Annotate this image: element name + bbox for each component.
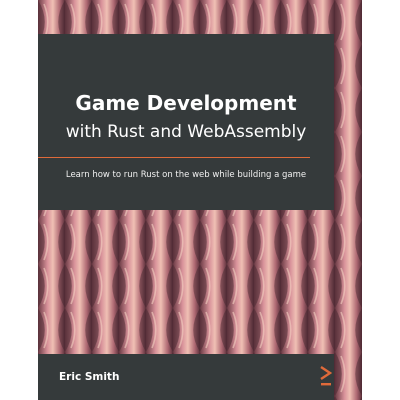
title-line-1: Game Development <box>75 91 297 115</box>
book-title: Game Development with Rust and WebAssemb… <box>38 90 334 144</box>
title-panel: Game Development with Rust and WebAssemb… <box>38 34 334 210</box>
publisher-chevron-logo-icon <box>320 366 332 386</box>
author-footer: Eric Smith <box>38 354 334 400</box>
book-subtitle: Learn how to run Rust on the web while b… <box>65 170 307 180</box>
title-line-2: with Rust and WebAssembly <box>65 122 307 142</box>
title-divider <box>38 157 310 158</box>
author-name: Eric Smith <box>59 371 120 383</box>
